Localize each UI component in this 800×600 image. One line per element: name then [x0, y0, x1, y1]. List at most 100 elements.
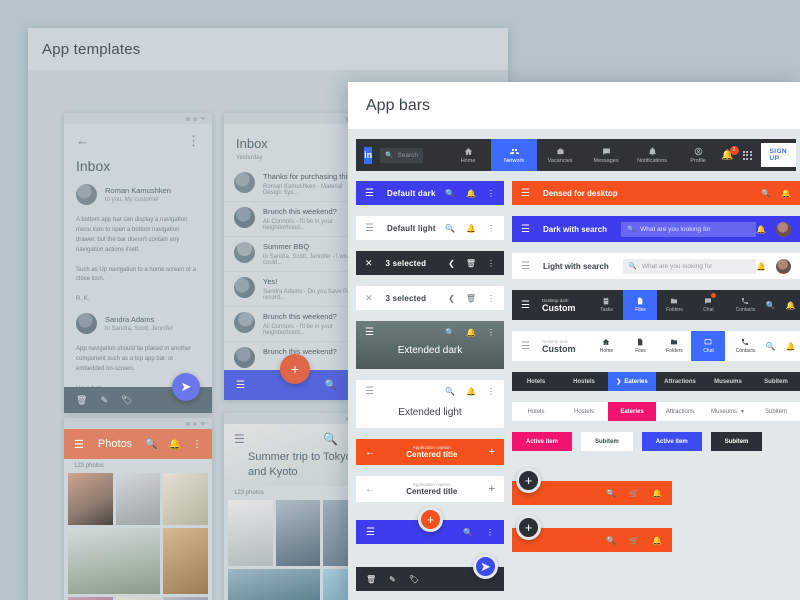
share-icon[interactable]: ❮ — [448, 294, 455, 303]
search-icon[interactable]: 🔍 — [323, 432, 338, 446]
nav-item-files[interactable]: Files — [623, 290, 658, 320]
nav-item-home[interactable]: Home — [589, 331, 623, 361]
hamburger-icon[interactable]: ☰ — [365, 386, 374, 397]
hamburger-icon[interactable]: ☰ — [234, 432, 245, 446]
app-bar-extended-dark[interactable]: ☰ 🔍 🔔 ⋮ Extended dark — [356, 321, 504, 369]
photo-thumb[interactable] — [163, 473, 208, 525]
bell-icon[interactable]: 🔔 — [785, 301, 795, 310]
add-fab[interactable]: + — [516, 515, 541, 540]
nav-item-tasks[interactable]: Tasks — [589, 290, 623, 320]
arrow-back-icon[interactable]: ← — [365, 484, 375, 495]
bell-icon[interactable]: 🔔 — [466, 328, 476, 337]
hamburger-icon[interactable]: ☰ — [521, 261, 530, 272]
tag-icon[interactable]: 🏷 — [409, 575, 419, 584]
tab-subitem[interactable]: Subitem — [752, 372, 800, 391]
hamburger-icon[interactable]: ☰ — [521, 300, 530, 311]
hamburger-icon[interactable]: ☰ — [365, 223, 374, 234]
app-bar-default-light[interactable]: ☰ Default light 🔍 🔔 ⋮ — [356, 216, 504, 240]
sign-up-button[interactable]: SIGN UP — [760, 143, 796, 167]
search-icon[interactable]: 🔍 — [445, 224, 455, 233]
nav-item-home[interactable]: Home — [445, 139, 491, 171]
tab-hostels[interactable]: Hostels — [560, 372, 608, 391]
search-icon[interactable]: 🔍 — [463, 528, 473, 537]
nav-item-vacancies[interactable]: Vacancies — [537, 139, 583, 171]
arrow-back-icon[interactable]: ← — [365, 447, 375, 458]
nav-item-chat[interactable]: Chat — [691, 290, 725, 320]
nav-item-folders[interactable]: Folders — [657, 290, 691, 320]
hamburger-icon[interactable]: ☰ — [365, 188, 374, 199]
search-icon[interactable]: 🔍 — [765, 301, 775, 310]
bell-icon[interactable]: 🔔 2 — [721, 145, 739, 161]
bell-icon[interactable]: 🔔 — [756, 262, 766, 271]
hamburger-icon[interactable]: ☰ — [521, 341, 530, 352]
bell-icon[interactable]: 🔔 — [756, 225, 766, 234]
avatar[interactable] — [776, 258, 791, 274]
search-icon[interactable]: 🔍 — [445, 387, 455, 396]
more-vert-icon[interactable]: ⋮ — [487, 328, 495, 337]
tab-eateries[interactable]: ❯ Eateries — [608, 372, 656, 391]
send-fab[interactable]: ➤ — [172, 373, 200, 401]
info-icon[interactable]: ⋮ — [192, 439, 202, 450]
bell-icon[interactable]: 🔔 — [785, 342, 795, 351]
nav-item-profile[interactable]: Profile — [675, 139, 721, 171]
photo-thumb[interactable] — [68, 528, 161, 594]
app-bar-centered-orange[interactable]: ← Application caption Centered title + — [356, 439, 504, 465]
plus-icon[interactable]: + — [489, 483, 495, 495]
tab-museums[interactable]: Museums ▼ — [704, 402, 752, 421]
bell-icon[interactable]: 🔔 — [652, 536, 662, 545]
tab-hotels[interactable]: Hotels — [512, 402, 560, 421]
tab-eateries[interactable]: Eateries — [608, 402, 656, 421]
bell-icon[interactable]: 🔔 — [466, 387, 476, 396]
maximize-icon[interactable] — [193, 421, 197, 426]
linkedin-logo-icon[interactable]: in — [364, 146, 373, 164]
app-bar-light-with-search[interactable]: ☰ Light with search 🔍 What are you looki… — [512, 253, 800, 279]
tag-icon[interactable]: 🏷 — [121, 395, 132, 406]
edit-icon[interactable]: ✎ — [389, 575, 396, 584]
tab-attractions[interactable]: Attractions — [656, 372, 704, 391]
close-icon[interactable] — [200, 421, 206, 426]
tab-subitem[interactable]: Subitem — [752, 402, 800, 421]
close-icon[interactable]: ✕ — [365, 293, 373, 304]
minimize-icon[interactable] — [186, 421, 190, 426]
search-input[interactable]: 🔍 What are you looking for — [621, 221, 757, 237]
bell-icon[interactable]: 🔔 — [652, 489, 662, 498]
hamburger-icon[interactable]: ☰ — [74, 438, 84, 451]
search-icon[interactable]: 🔍 — [761, 189, 771, 198]
avatar[interactable] — [776, 221, 791, 237]
hamburger-icon[interactable]: ☰ — [521, 224, 530, 235]
nav-item-network[interactable]: Network — [491, 139, 538, 171]
app-bar-default-dark[interactable]: ☰ Default dark 🔍 🔔 ⋮ — [356, 181, 504, 205]
nav-item-messages[interactable]: Messages — [583, 139, 629, 171]
app-bar-contextual-dark[interactable]: ✕ 3 selected ❮ 🗑 ⋮ — [356, 251, 504, 275]
hamburger-icon[interactable]: ☰ — [365, 327, 374, 338]
chip-subitem-dark[interactable]: Subitem — [710, 432, 763, 451]
nav-item-chat[interactable]: Chat — [691, 331, 726, 361]
app-bar-dark-with-search[interactable]: ☰ Dark with search 🔍 What are you lookin… — [512, 216, 800, 242]
send-fab[interactable]: ➤ — [473, 554, 498, 579]
search-icon[interactable]: 🔍 — [606, 536, 616, 545]
photo-thumb[interactable] — [228, 569, 321, 600]
more-vert-icon[interactable]: ⋮ — [487, 189, 495, 198]
bell-icon[interactable]: 🔔 — [169, 439, 181, 450]
tab-attractions[interactable]: Attractions — [656, 402, 704, 421]
chip-active-blue[interactable]: Active item — [641, 432, 702, 451]
photo-thumb[interactable] — [115, 473, 161, 525]
delete-icon[interactable]: 🗑 — [76, 395, 87, 406]
photo-thumb[interactable] — [275, 500, 321, 566]
add-fab[interactable]: + — [280, 354, 310, 384]
photo-thumb[interactable] — [68, 473, 113, 525]
share-icon[interactable]: ❮ — [448, 259, 455, 268]
more-vert-icon[interactable]: ⋮ — [487, 224, 495, 233]
nav-item-contacts[interactable]: Contacts — [725, 331, 765, 361]
app-bar-extended-light[interactable]: ☰ 🔍 🔔 ⋮ Extended light — [356, 380, 504, 428]
cart-icon[interactable]: 🛒 — [629, 536, 639, 545]
search-input[interactable]: 🔍 Search — [380, 147, 424, 163]
tab-museums[interactable]: Museums — [704, 372, 752, 391]
grid-apps-icon[interactable] — [742, 150, 752, 160]
hamburger-icon[interactable]: ☰ — [521, 188, 530, 199]
bell-icon[interactable]: 🔔 — [466, 224, 476, 233]
maximize-icon[interactable] — [193, 116, 197, 121]
plus-icon[interactable]: + — [489, 446, 495, 458]
minimize-icon[interactable] — [186, 116, 190, 121]
more-vert-icon[interactable]: ⋮ — [487, 387, 495, 396]
